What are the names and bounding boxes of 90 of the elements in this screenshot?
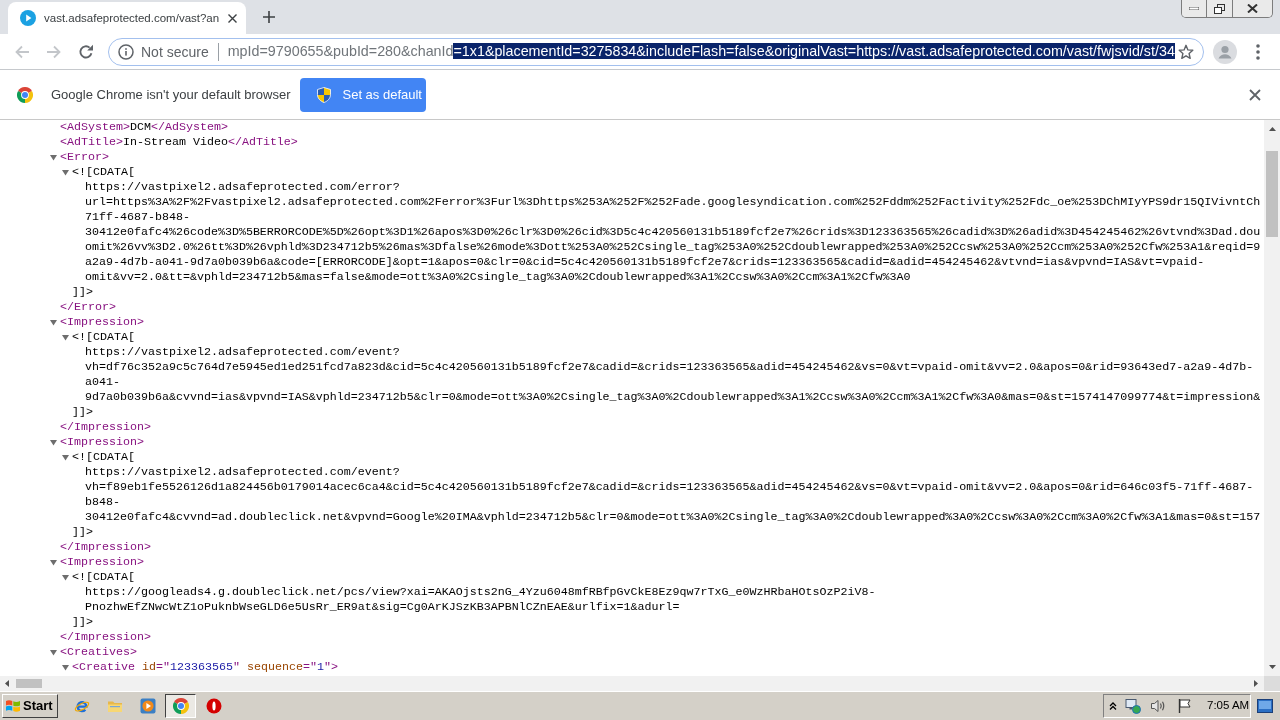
cdata-close-marker: ]]> [72,285,93,300]
restore-icon [1214,3,1225,14]
expanded-triangle-icon[interactable] [50,649,57,656]
expanded-triangle-icon[interactable] [62,454,69,461]
xml-open-tag: <Impression> [60,435,144,450]
close-window-button[interactable] [1232,0,1272,17]
xml-open-tag: <Impression> [60,315,144,330]
cdata-url-line: url=https%3A%2F%2Fvastpixel2.adsafeprotected.com%2Ferror%3Furl%3Dhttps%253A%252F%252Fade.googlesyndication.com%252Fddm%252Factivity%252Fdc_oe%253DChMIyYPS9dr15QIVivntCh [85,195,1261,210]
browser-logo-icon [17,86,33,103]
xml-open-tag: <Creatives> [60,645,137,660]
expanded-triangle-icon[interactable] [62,169,69,176]
xml-open-tag: <Creative id="123363565" sequence="1"> [72,660,338,675]
expanded-triangle-icon[interactable] [50,154,57,161]
scrollbar-thumb[interactable] [1266,151,1278,237]
cdata-close-marker: ]]> [72,405,93,420]
e-logo-icon[interactable] [73,698,90,714]
ring-logo-icon[interactable] [205,698,222,714]
xml-open-tag: <Error> [60,150,109,165]
flag-icon[interactable] [1177,698,1193,714]
close-icon[interactable] [228,13,237,23]
scroll-down-arrow-icon[interactable] [1268,665,1276,669]
address-bar[interactable]: Not secure mpId=9790655&pubId=280&chanId=1x1&placementId=3275834&includeFlash=false&originalVast=https://vast.adsafeprotected.com/vast/fwjsvid/st/34 [108,37,1204,66]
cdata-url-line: b848- [85,495,120,510]
expanded-triangle-icon[interactable] [50,439,57,446]
avatar-icon[interactable] [1213,39,1237,64]
xml-close-tag: </Error> [60,300,116,315]
cdata-open-marker: <![CDATA[ [72,330,135,345]
info-icon [118,43,134,60]
cdata-url-line: 71ff-4687-b848- [85,210,190,225]
close-icon [1247,4,1258,13]
cdata-url-line: https://vastpixel2.adsafeprotected.com/event? [85,465,400,480]
cdata-url-line: 30412e0fafc4&cvvnd=ad.doubleclick.net&vpvnd=Google%20IMA&vphld=234712b5&clr=0&mode=ott%3A0%2Csingle_tag%3A0%2Cdoublewrapped%3A0%2Ccsw%3A0%2Ccm%3A0%2Cfw%3A1&mas=0&st=157 [85,510,1261,525]
network-icon[interactable] [1125,698,1141,714]
xml-close-tag: </Impression> [60,540,151,555]
horizontal-scrollbar[interactable] [0,676,1264,691]
cdata-open-marker: <![CDATA[ [72,165,135,180]
set-as-default-button[interactable]: Set as default [300,77,427,112]
cdata-open-marker: <![CDATA[ [72,570,135,585]
xml-close-tag: </Impression> [60,630,151,645]
browser-logo-icon [172,698,189,714]
clock: 7:05 AM [1207,698,1250,714]
show-desktop-icon[interactable] [1257,699,1273,713]
close-icon[interactable] [1249,88,1261,101]
new-tab-icon[interactable] [263,11,275,23]
start-button[interactable]: Start [2,694,58,718]
restore-button[interactable] [1206,0,1232,17]
scroll-right-arrow-icon[interactable] [1254,680,1258,687]
xml-open-tag: <Impression> [60,555,144,570]
cdata-url-line: vh=df76c352a9c5c764d7e5945ed1ed251fcd7a823d&cid=5c4c420560131b5189fcf2e7&cadid=&crids=123363565&adid=454245462&vs=0&vt=vpaid-omit&vv=2.0&apos=0&rid=93643ed7-a2a9-4d7b- [85,360,1254,375]
infobar-message: Google Chrome isn't your default browser [51,85,291,104]
cdata-url-line: https://vastpixel2.adsafeprotected.com/error? [85,180,400,195]
cdata-url-line: omit&vv=2.0&tt=&vphld=234712b5&mas=false&mode=ott%3A0%2Csingle_tag%3A0%2Cdoublewrapped%3A1%2Ccsw%3A0%2Ccm%3A1%2Cfw%3A0 [85,270,911,285]
expanded-triangle-icon[interactable] [62,334,69,341]
cdata-url-line: 30412e0fafc4%26code%3D%5BERRORCODE%5D%26opt%3D1%26apos%3D0%26clr%3D0%26cid%3D5c4c420560131b5189fcf2e7%26crids%3D123363565%26cadid%3D%26adid%3D454245462%26vtvnd%3Dad.dou [85,225,1261,240]
security-indicator[interactable]: Not secure [118,42,209,61]
cdata-url-line: PnozhwEfZNwcWtZ1oPuknbWseGLD6e5UsRr_ER9at&sig=Cg0ArKJSzKB3APBNlCZnEAE&urlfix=1&adurl= [85,600,680,615]
vertical-scrollbar[interactable] [1264,120,1280,676]
cdata-url-line: a2a9-4d7b-a041-9d7a0b039b6a&code=[ERRORCODE]&opt=1&apos=0&clr=0&cid=5c4c420560131b5189fcf2e7&crids=123363565&cadid=&adid=454245462&vtvnd=ias&vpvnd=IAS&vt=vpaid- [85,255,1205,270]
cdata-url-line: 9d7a0b039b6a&cvvnd=ias&vpvnd=IAS&vphld=234712b5&clr=0&mode=ott%3A0%2Csingle_tag%3A0%2Cdoublewrapped%3A1%2Ccsw%3A0%2Ccm%3A1%2Cfw%3A0&mas=0&st=1574147099774&t=impression& [85,390,1261,405]
xml-close-tag: </Impression> [60,420,151,435]
chevron-up-icon[interactable] [1109,702,1117,710]
speaker-icon[interactable] [1150,698,1166,714]
taskbar-button[interactable] [165,694,196,718]
browser-tab[interactable]: vast.adsafeprotected.com/vast?an [8,2,246,34]
cdata-url-line: vh=f89eb1fe5526126d1a824456b0179014acec6ca4&cid=5c4c420560131b5189fcf2e7&cadid=&crids=123363565&adid=454245462&vs=0&vt=vpaid-omit&vv=2.0&apos=0&rid=646c03f5-71ff-4687- [85,480,1254,495]
star-icon[interactable] [1178,43,1194,60]
play-circle-icon [20,10,36,26]
scroll-left-arrow-icon[interactable] [5,680,9,687]
expanded-triangle-icon[interactable] [62,664,69,671]
scrollbar-corner [1264,676,1280,691]
cdata-url-line: https://vastpixel2.adsafeprotected.com/event? [85,345,400,360]
xml-element-line: <AdTitle>In-Stream Video</AdTitle> [60,135,298,150]
shield-icon [317,86,332,103]
expanded-triangle-icon[interactable] [62,574,69,581]
cdata-close-marker: ]]> [72,615,93,630]
play-tile-icon[interactable] [139,698,156,714]
cdata-url-line: https://googleads4.g.doubleclick.net/pcs/view?xai=AKAOjsts2nG_4Yzu6048mfRBfpGvCkE8Ez9qw7rTxG_e0WzHRbaHOtsOzP2iV8- [85,585,876,600]
minimize-icon [1189,7,1199,10]
menu-icon[interactable] [1256,43,1260,60]
cdata-open-marker: <![CDATA[ [72,450,135,465]
scrollbar-thumb[interactable] [16,679,42,688]
windows-flag-icon [5,698,21,714]
reload-icon[interactable] [78,43,94,60]
expanded-triangle-icon[interactable] [50,319,57,326]
cdata-close-marker: ]]> [72,525,93,540]
cdata-url-line: a041- [85,375,120,390]
xml-element-line: <AdSystem>DCM</AdSystem> [60,120,228,135]
expanded-triangle-icon[interactable] [50,559,57,566]
cdata-url-line: omit%26vv%3D2.0%26tt%3D%26vphld%3D234712b5%26mas%3Dfalse%26mode%3Dott%253A0%252Csingle_tag%253A0%252Cdoublewrapped%253A0%252Ccsw%253A0%252Ccm%253A0%252Cfw%253A1&reqid=9 [85,240,1261,255]
scroll-up-arrow-icon[interactable] [1268,127,1276,131]
